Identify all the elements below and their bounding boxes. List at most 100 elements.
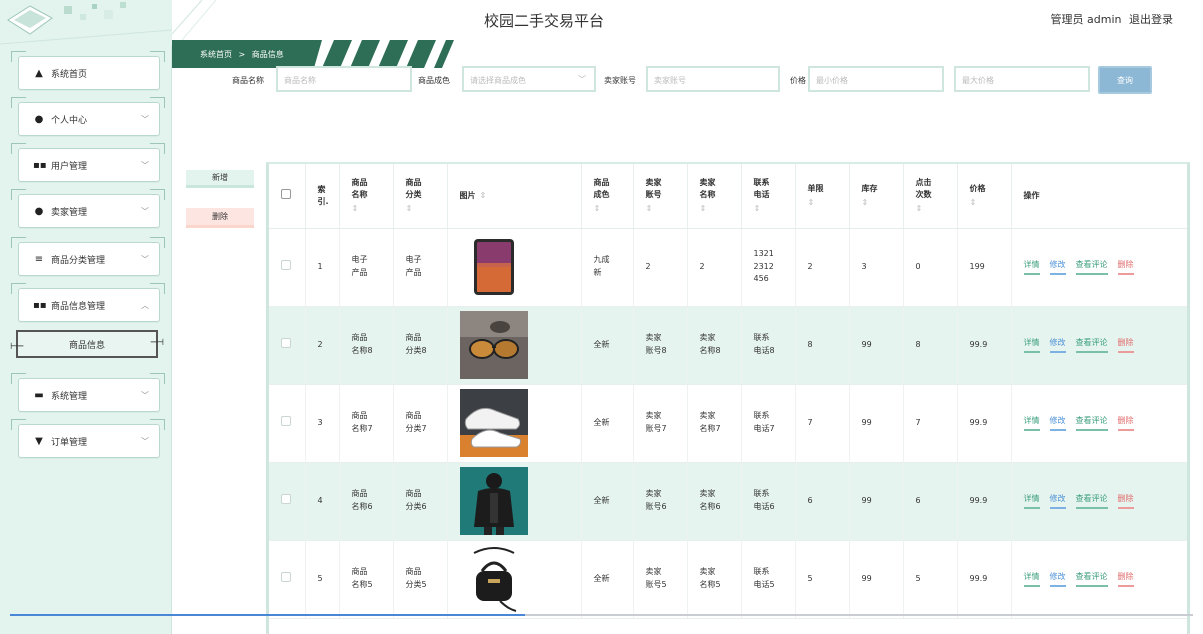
monitor-icon: ▬ (34, 389, 44, 401)
delete-link[interactable]: 删除 (1117, 571, 1134, 588)
cell-stock: 3 (849, 228, 904, 307)
row-checkbox[interactable] (281, 259, 291, 270)
breadcrumb-home[interactable]: 系统首页 (200, 50, 232, 59)
sort-icon[interactable]: ⇕ (916, 203, 951, 215)
view-comments-link[interactable]: 查看评论 (1075, 259, 1108, 276)
sidebar-item-label: 个人中心 (51, 115, 88, 126)
sort-icon[interactable]: ⇕ (754, 203, 789, 215)
price-label: 价格 (790, 76, 806, 85)
seller-search-input[interactable]: 卖家账号 (646, 66, 780, 92)
col-image[interactable]: 图片 ⇕ (447, 164, 582, 229)
table-header-row: 索引. 商品 名称 ⇕ 商品 分类 ⇕ 图片 ⇕ 商品 成色 ⇕ 卖家 账号 ⇕ 卖家 名称 ⇕ 联系… (269, 164, 1187, 229)
name-search-input[interactable]: 商品名称 (276, 66, 412, 92)
cell-clicks: 6 (903, 462, 958, 541)
view-comments-link[interactable]: 查看评论 (1075, 493, 1108, 510)
sidebar-item-system[interactable]: ▬ 系统管理 ﹀ (11, 373, 165, 412)
edit-link[interactable]: 修改 (1049, 571, 1066, 588)
horizontal-scrollbar-track[interactable] (525, 614, 1193, 616)
sidebar-item-categories[interactable]: ≡ 商品分类管理 ﹀ (11, 237, 165, 276)
detail-link[interactable]: 详情 (1023, 571, 1040, 588)
sidebar-item-personal[interactable]: ● 个人中心 ﹀ (11, 97, 165, 136)
sidebar-item-users[interactable]: ▪▪ 用户管理 ﹀ (11, 143, 165, 182)
col-name[interactable]: 商品 名称 ⇕ (339, 164, 394, 229)
max-price-input[interactable]: 最大价格 (954, 66, 1090, 92)
col-stock[interactable]: 库存 ⇕ (849, 164, 904, 229)
delete-link[interactable]: 删除 (1117, 337, 1134, 354)
condition-label: 商品成色 (418, 76, 450, 85)
col-seller-name[interactable]: 卖家 名称 ⇕ (687, 164, 742, 229)
cell-limit: 2 (795, 228, 850, 307)
cell-name: 商品 名称7 (339, 384, 394, 463)
sort-icon[interactable]: ⇕ (646, 203, 681, 215)
sidebar-item-label: 订单管理 (51, 437, 88, 448)
row-checkbox[interactable] (281, 337, 291, 348)
edit-link[interactable]: 修改 (1049, 259, 1066, 276)
row-checkbox[interactable] (281, 493, 291, 504)
col-category[interactable]: 商品 分类 ⇕ (393, 164, 448, 229)
sort-icon[interactable]: ⇕ (480, 191, 487, 200)
view-comments-link[interactable]: 查看评论 (1075, 337, 1108, 354)
sidebar-item-products[interactable]: ▪▪ 商品信息管理 ︿ (11, 283, 165, 322)
logout-link[interactable]: 退出登录 (1129, 13, 1173, 26)
cell-seller-name: 卖家 名称5 (687, 540, 742, 619)
search-button[interactable]: 查询 (1098, 66, 1152, 94)
cell-index: 2 (305, 306, 340, 385)
sidebar-subitem-product-info[interactable]: ⊢─ 商品信息 ─⊣ (10, 330, 164, 358)
edit-link[interactable]: 修改 (1049, 415, 1066, 432)
min-price-input[interactable]: 最小价格 (808, 66, 944, 92)
sidebar-item-label: 系统管理 (51, 391, 88, 402)
product-image-tablet[interactable] (459, 233, 528, 301)
sidebar-item-orders[interactable]: ▼ 订单管理 ﹀ (11, 419, 165, 458)
edit-link[interactable]: 修改 (1049, 337, 1066, 354)
header-stripe-decoration (172, 0, 217, 40)
sidebar-item-label: 用户管理 (51, 161, 88, 172)
col-phone[interactable]: 联系 电话 ⇕ (741, 164, 796, 229)
detail-link[interactable]: 详情 (1023, 259, 1040, 276)
cell-actions: 详情 修改 查看评论 删除 (1011, 228, 1187, 307)
arrow-left-icon: ⊢─ (10, 342, 24, 352)
sort-icon[interactable]: ⇕ (970, 197, 1005, 209)
sidebar-item-home[interactable]: ▲ 系统首页 (11, 51, 165, 90)
admin-label: 管理员 admin (1050, 13, 1122, 26)
row-checkbox[interactable] (281, 415, 291, 426)
view-comments-link[interactable]: 查看评论 (1075, 571, 1108, 588)
col-seller-account[interactable]: 卖家 账号 ⇕ (633, 164, 688, 229)
col-condition[interactable]: 商品 成色 ⇕ (581, 164, 634, 229)
detail-link[interactable]: 详情 (1023, 415, 1040, 432)
cell-seller-name: 卖家 名称8 (687, 306, 742, 385)
cell-limit: 8 (795, 306, 850, 385)
sort-icon[interactable]: ⇕ (352, 203, 387, 215)
view-comments-link[interactable]: 查看评论 (1075, 415, 1108, 432)
col-clicks[interactable]: 点击 次数 ⇕ (903, 164, 958, 229)
grid-icon: ▪▪ (33, 159, 47, 171)
horizontal-scrollbar-thumb[interactable] (10, 614, 525, 616)
row-checkbox[interactable] (281, 571, 291, 582)
person-icon: ● (34, 113, 44, 125)
product-image-handbag[interactable] (459, 545, 528, 613)
delete-link[interactable]: 删除 (1117, 415, 1134, 432)
sidebar-item-sellers[interactable]: ● 卖家管理 ﹀ (11, 189, 165, 228)
delete-link[interactable]: 删除 (1117, 259, 1134, 276)
sort-icon[interactable]: ⇕ (700, 203, 735, 215)
select-all-checkbox[interactable] (281, 188, 291, 199)
detail-link[interactable]: 详情 (1023, 337, 1040, 354)
add-button[interactable]: 新增 (186, 170, 254, 188)
sort-icon[interactable]: ⇕ (808, 197, 843, 209)
cell-seller-account: 卖家 账号6 (633, 462, 688, 541)
sort-icon[interactable]: ⇕ (594, 203, 627, 215)
batch-delete-button[interactable]: 删除 (186, 208, 254, 228)
col-index[interactable]: 索引. (305, 164, 340, 229)
product-image-jacket[interactable] (459, 467, 528, 535)
col-limit[interactable]: 单限 ⇕ (795, 164, 850, 229)
edit-link[interactable]: 修改 (1049, 493, 1066, 510)
product-image-sunglasses[interactable] (459, 311, 528, 379)
cell-actions: 详情 修改 查看评论 删除 (1011, 540, 1187, 619)
detail-link[interactable]: 详情 (1023, 493, 1040, 510)
sort-icon[interactable]: ⇕ (862, 197, 897, 209)
breadcrumb-separator: > (238, 50, 246, 59)
product-image-sneakers[interactable] (459, 389, 528, 457)
delete-link[interactable]: 删除 (1117, 493, 1134, 510)
condition-select[interactable]: 请选择商品成色 ﹀ (462, 66, 596, 92)
col-price[interactable]: 价格 ⇕ (957, 164, 1012, 229)
sort-icon[interactable]: ⇕ (406, 203, 441, 215)
